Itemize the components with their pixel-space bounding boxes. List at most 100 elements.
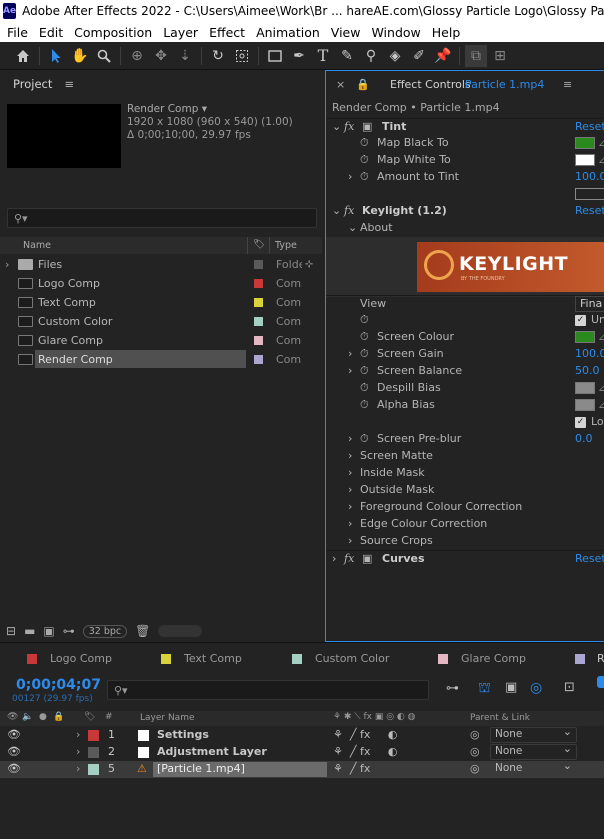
checkbox[interactable]: ✓ [575, 417, 586, 428]
panel-menu-icon[interactable]: ≡ [563, 78, 572, 91]
tab-glare-comp[interactable]: Glare Comp [438, 652, 526, 665]
bit-depth-button[interactable]: 32 bpc [82, 624, 128, 638]
eraser-icon[interactable]: ◈ [384, 45, 406, 67]
property-value[interactable]: 0.0 [575, 432, 593, 445]
thumbnail-slider[interactable] [158, 625, 203, 637]
effect-tint-header[interactable]: ⌄ fx ▣ Tint Reset [326, 118, 604, 135]
label-color-swatch[interactable] [254, 317, 263, 326]
project-search-input[interactable]: ⚲▾ [7, 208, 317, 228]
pick-whip-icon[interactable]: ◎ [470, 745, 480, 758]
stopwatch-icon[interactable]: ⏱ [360, 364, 369, 378]
type-tool-icon[interactable]: T [312, 45, 334, 67]
clone-stamp-icon[interactable]: ⚲ [360, 45, 382, 67]
menu-effect[interactable]: Effect [209, 25, 245, 40]
pan-behind-icon[interactable] [231, 45, 253, 67]
roto-brush-icon[interactable]: ✐ [408, 45, 430, 67]
layer-name[interactable]: [Particle 1.mp4] [157, 762, 245, 775]
eye-icon[interactable]: 👁 [7, 745, 21, 758]
layer-name-column[interactable]: Layer Name [140, 713, 195, 723]
parent-dropdown[interactable]: None [490, 742, 577, 760]
home-icon[interactable] [12, 45, 34, 67]
property-value[interactable]: 100.0 [575, 170, 604, 183]
stopwatch-icon[interactable]: ⏱ [360, 398, 369, 412]
chevron-down-icon[interactable]: ⌄ [348, 221, 357, 234]
stopwatch-icon[interactable]: ⏱ [360, 313, 369, 327]
tab-logo-comp[interactable]: Logo Comp [27, 652, 112, 665]
label-color-swatch[interactable] [254, 260, 263, 269]
chevron-right-icon[interactable]: › [348, 517, 352, 530]
draft-3d-icon[interactable]: ⛫ [478, 680, 491, 698]
stopwatch-icon[interactable]: ⏱ [360, 330, 369, 344]
layer-row-settings[interactable]: 👁 › 1 Settings ⚘ ╱ fx ◐ ◎ None [0, 725, 604, 744]
pen-tool-icon[interactable]: ✒ [288, 45, 310, 67]
motion-blur-icon[interactable]: ◎ [530, 680, 542, 696]
group-foreground-colour-correction[interactable]: › Foreground Colour Correction [326, 499, 604, 516]
group-source-crops[interactable]: › Source Crops [326, 533, 604, 550]
menu-layer[interactable]: Layer [163, 25, 198, 40]
frame-blending-icon[interactable]: ▣ [505, 680, 517, 695]
lock-icon[interactable]: 🔒 [53, 712, 64, 722]
rotation-tool-icon[interactable]: ↻ [207, 45, 229, 67]
chevron-down-icon[interactable]: ⌄ [332, 204, 341, 217]
group-inside-mask[interactable]: › Inside Mask [326, 465, 604, 482]
chevron-down-icon[interactable]: ⌄ [332, 120, 341, 133]
label-color-swatch[interactable] [254, 298, 263, 307]
fx-icon[interactable]: fx [344, 120, 354, 133]
checkbox[interactable]: ✓ [575, 315, 586, 326]
label-color-swatch[interactable] [88, 764, 99, 775]
label-column-icon[interactable]: 🏷 [253, 239, 265, 250]
fx-icon[interactable]: fx [344, 552, 354, 565]
align-icon[interactable]: ⊞ [489, 45, 511, 67]
name-column-header[interactable]: Name [23, 240, 51, 251]
effect-curves-header[interactable]: › fx ▣ Curves Reset [326, 550, 604, 567]
video-visibility-icon[interactable]: 👁 [7, 712, 18, 722]
reset-button[interactable]: Reset [575, 120, 604, 133]
work-area-handle[interactable] [597, 676, 604, 688]
snapping-icon[interactable]: ⧉ [465, 44, 487, 67]
menu-window[interactable]: Window [371, 25, 420, 40]
color-swatch[interactable] [575, 137, 595, 149]
rectangle-tool-icon[interactable] [264, 45, 286, 67]
chevron-right-icon[interactable]: › [348, 364, 352, 377]
keylight-about[interactable]: ⌄ About [326, 220, 604, 237]
group-edge-colour-correction[interactable]: › Edge Colour Correction [326, 516, 604, 533]
interpret-footage-icon[interactable]: ⊟ [6, 624, 16, 638]
number-column[interactable]: # [105, 712, 113, 722]
project-item-logo-comp[interactable]: Logo Comp Comp [0, 274, 322, 293]
chevron-right-icon[interactable]: › [76, 762, 80, 775]
menu-edit[interactable]: Edit [39, 25, 63, 40]
project-item-render-comp[interactable]: Render Comp Comp [0, 350, 322, 369]
pan-camera-icon[interactable]: ✥ [150, 45, 172, 67]
label-color-swatch[interactable] [88, 730, 99, 741]
property-value[interactable]: 100.0 [575, 347, 604, 360]
project-item-glare-comp[interactable]: Glare Comp Comp [0, 331, 322, 350]
chevron-right-icon[interactable]: › [348, 449, 352, 462]
stopwatch-icon[interactable]: ⏱ [360, 432, 369, 446]
chevron-right-icon[interactable]: › [348, 500, 352, 513]
group-outside-mask[interactable]: › Outside Mask [326, 482, 604, 499]
menu-help[interactable]: Help [432, 25, 461, 40]
layer-name[interactable]: Settings [157, 728, 209, 741]
orbit-camera-icon[interactable]: ⊕ [126, 45, 148, 67]
eyedropper-icon[interactable]: ⊿ [598, 136, 604, 149]
menu-animation[interactable]: Animation [256, 25, 320, 40]
chevron-right-icon[interactable]: › [76, 745, 80, 758]
puppet-pin-icon[interactable]: 📌 [432, 45, 454, 67]
close-icon[interactable]: × [336, 78, 345, 91]
eye-icon[interactable]: 👁 [7, 762, 21, 775]
lock-icon[interactable]: 🔒 [356, 78, 370, 91]
layer-switches[interactable]: ⚘ ╱ fx ◐ [333, 745, 397, 758]
zoom-tool-icon[interactable] [93, 45, 115, 67]
menu-file[interactable]: File [7, 25, 28, 40]
tab-text-comp[interactable]: Text Comp [161, 652, 242, 665]
chevron-right-icon[interactable]: › [332, 552, 336, 565]
color-swatch[interactable] [575, 154, 595, 166]
effect-controls-tab[interactable]: × 🔒 Effect Controls Particle 1.mp4 ≡ [326, 77, 604, 95]
flowchart-icon[interactable]: ⊶ [63, 624, 75, 638]
label-color-swatch[interactable] [254, 336, 263, 345]
selection-tool-icon[interactable] [45, 45, 67, 67]
parent-link-column[interactable]: Parent & Link [470, 713, 530, 723]
tab-custom-color[interactable]: Custom Color [292, 652, 389, 665]
color-swatch[interactable] [575, 382, 595, 394]
eyedropper-icon[interactable]: ⊿ [598, 330, 604, 343]
